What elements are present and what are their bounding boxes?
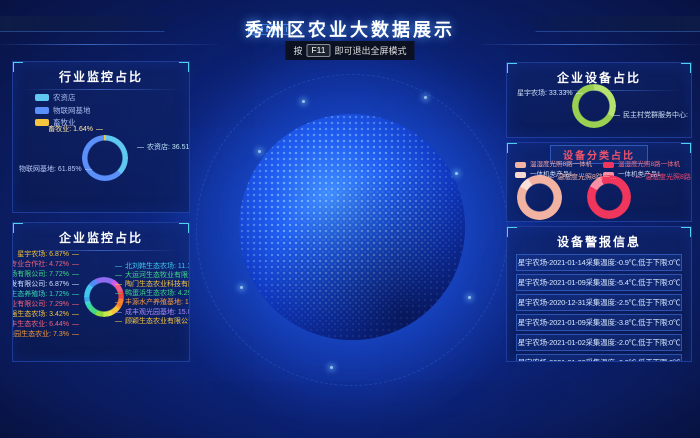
sparkle <box>424 96 427 99</box>
panel-enterprise-monitoring: 企业监控占比 星宇农场: 6.87% 乡村服务专业合作社: 4.72% 家庭农场… <box>12 222 190 362</box>
sparkle <box>240 286 243 289</box>
chart-callout-label: 北刘韩生态农场: 11.16% <box>115 263 190 271</box>
globe <box>239 114 465 340</box>
chart-callout-label: 鸭蛋浜生态农场: 4.29 <box>115 290 190 298</box>
legend-label: 温湿度光照8路一体机 <box>530 162 592 169</box>
chart-callout-label: 大运河生态牧业有限责任公 <box>115 272 190 280</box>
device-class-donut-right <box>587 175 631 219</box>
legend-item: 一体机类产品1 <box>515 172 592 179</box>
chart-callout-label: 仁丰生态农业: 6.44% <box>12 321 79 329</box>
sparkle <box>455 172 458 175</box>
legend-swatch <box>515 162 526 168</box>
legend-swatch <box>35 107 49 114</box>
dashboard-stage: 秀洲区农业大数据展示 按 F11 即可退出全屏模式 行业监控占比 农资店 物联网… <box>0 0 700 438</box>
alarm-row: 星宇农场-2021-01-09采集温度:-0.9℃,低于下限:0℃ <box>516 354 682 362</box>
tooltip-prefix: 按 <box>293 44 302 57</box>
chart-callout-label: 星宇农场: 6.87% <box>17 251 79 259</box>
panel-device-classification: 设备分类占比 温湿度光照8路一体机 一体机类产品1 温湿度光照8路一体机 <box>506 142 692 222</box>
chart-callout-label: 陶门生态农业科技有限公 <box>115 281 190 289</box>
sparkle <box>330 366 333 369</box>
enterprise-donut-chart <box>84 277 124 317</box>
legend-item: 温湿度光照8路一体机 <box>515 162 592 169</box>
panel-industry-monitoring: 行业监控占比 农资店 物联网基地 畜牧业 <box>12 61 190 213</box>
tooltip-suffix: 即可退出全屏模式 <box>335 44 407 57</box>
panel-enterprise-equipment: 企业设备占比 星宇农场: 33.33% 民主村党群服务中心: <box>506 62 692 138</box>
alarm-list: 星宇农场-2021-01-14采集温度:-0.9℃,低于下限:0℃ 星宇农场-2… <box>507 254 691 362</box>
industry-donut-chart <box>82 135 128 181</box>
legend-swatch <box>35 119 49 126</box>
chart-callout-label: 家庭农场有限公司: 7.72% <box>12 271 79 279</box>
divider <box>23 250 179 251</box>
chart-callout-label: 丰源水产养殖基地: 1. <box>115 299 190 307</box>
panel-title: 行业监控占比 <box>13 68 189 85</box>
alarm-row: 星宇农场-2021-01-09采集温度:-3.8℃,低于下限:0℃ <box>516 314 682 331</box>
header: 秀洲区农业大数据展示 按 F11 即可退出全屏模式 <box>0 0 700 58</box>
legend-swatch <box>35 94 49 101</box>
globe-shadow <box>239 114 465 340</box>
page-title: 秀洲区农业大数据展示 <box>0 16 700 42</box>
panel-title: 企业监控占比 <box>13 229 189 246</box>
chart-callout-label: 物联网基地: 61.85% <box>19 166 92 174</box>
panel-title: 企业设备占比 <box>507 69 691 86</box>
chart-callout-label: 中科农业有限公司: 7.29% <box>12 301 79 309</box>
chart-callout-label: 顾颖生态农业有限公司: 6.87% <box>115 318 190 326</box>
sparkle <box>302 100 305 103</box>
header-line-right <box>482 44 700 45</box>
chart-callout-label: 成丰观光园基地: 15.02% <box>115 309 190 317</box>
panel-device-alarms: 设备警报信息 星宇农场-2021-01-14采集温度:-0.9℃,低于下限:0℃… <box>506 226 692 362</box>
sparkle <box>468 296 471 299</box>
chart-callout-label: 李强生态农场: 3.42% <box>12 311 79 319</box>
alarm-row: 星宇农场-2021-01-09采集温度:-5.4℃,低于下限:0℃ <box>516 274 682 291</box>
device-class-donut-left <box>517 175 562 220</box>
chart-callout-label: 民主村党群服务中心: <box>613 112 688 120</box>
fullscreen-exit-tooltip: 按 F11 即可退出全屏模式 <box>285 41 414 60</box>
sparkle <box>258 150 261 153</box>
legend-label: 农资店 <box>53 94 76 102</box>
panel-title: 设备警报信息 <box>507 233 691 250</box>
legend-swatch <box>515 172 526 178</box>
alarm-row: 星宇农场-2020-12-31采集温度:-2.5℃,低于下限:0℃ <box>516 294 682 311</box>
divider <box>23 89 179 90</box>
alarm-row: 星宇农场-2021-01-02采集温度:-2.0℃,低于下限:0℃ <box>516 334 682 351</box>
legend-item: 物联网基地 <box>35 107 91 115</box>
equipment-donut-chart <box>572 84 616 128</box>
legend-label: 物联网基地 <box>53 107 91 115</box>
legend-item: 畜牧业 <box>35 119 91 127</box>
chart-callout-label: 红美园生态农业: 7.3% <box>12 331 79 339</box>
chart-callout-label: 上华生态养殖场: 1.72% <box>12 291 79 299</box>
legend-label: 温湿度光照8路一体机 <box>618 162 680 169</box>
alarm-row: 星宇农场-2021-01-14采集温度:-0.9℃,低于下限:0℃ <box>516 254 682 271</box>
chart-callout-label: 乡村服务专业合作社: 4.72% <box>12 261 79 269</box>
chart-callout-label: 润开发有限公司: 6.87% <box>12 281 79 289</box>
legend-item: 农资店 <box>35 94 91 102</box>
header-line-left <box>0 44 218 45</box>
legend-swatch <box>603 162 614 168</box>
legend-item: 温湿度光照8路一体机 <box>603 162 680 169</box>
f11-keycap: F11 <box>306 44 330 57</box>
legend-label: 一体机类产品1 <box>618 172 661 179</box>
chart-callout-label: 农资店: 36.51% <box>137 144 190 152</box>
legend-label: 畜牧业 <box>53 119 76 127</box>
industry-legend: 农资店 物联网基地 畜牧业 <box>35 94 91 132</box>
